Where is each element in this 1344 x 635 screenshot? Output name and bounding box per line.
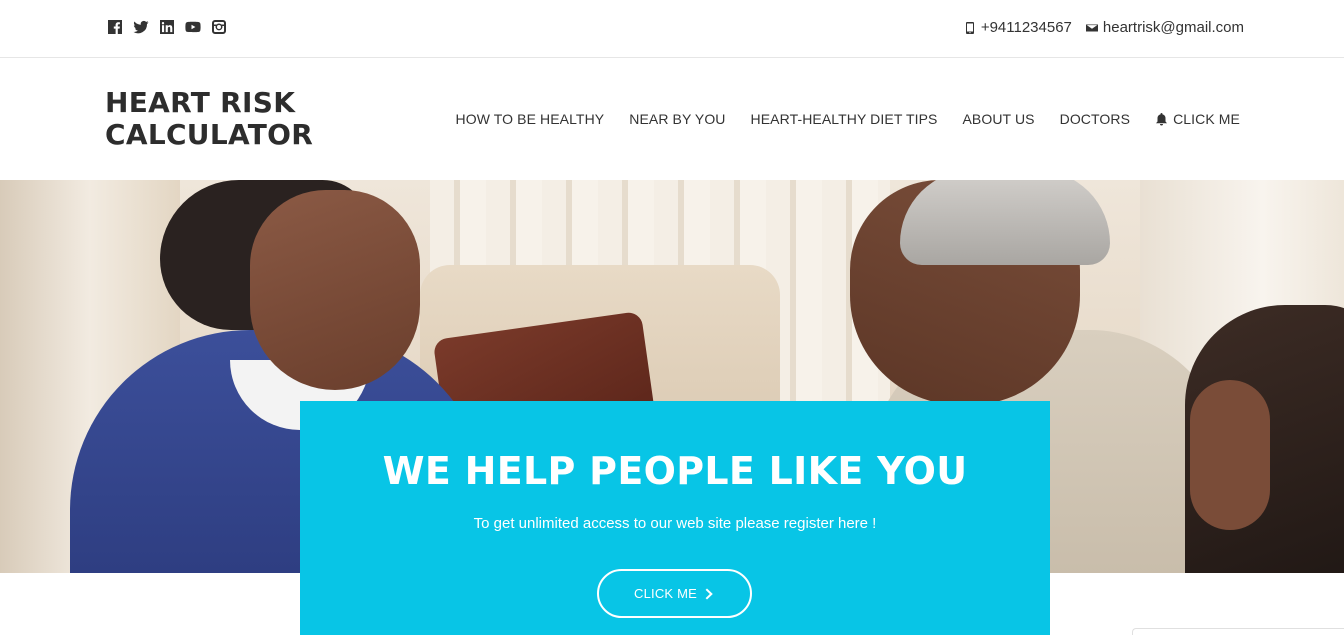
facebook-icon[interactable] <box>107 19 123 35</box>
site-header: HEART RISK CALCULATOR HOW TO BE HEALTHY … <box>0 59 1344 180</box>
nav-heart-healthy-diet-tips[interactable]: HEART-HEALTHY DIET TIPS <box>751 111 938 127</box>
linkedin-icon[interactable] <box>159 19 175 35</box>
nurse-face <box>250 190 420 390</box>
mobile-phone-icon <box>965 21 974 34</box>
youtube-icon[interactable] <box>185 19 201 35</box>
email-address: heartrisk@gmail.com <box>1102 19 1244 36</box>
woman-face <box>1190 380 1270 530</box>
contact-info: +9411234567 heartrisk@gmail.com <box>950 19 1244 36</box>
site-logo[interactable]: HEART RISK CALCULATOR <box>105 87 313 151</box>
hero-headline: WE HELP PEOPLE LIKE YOU <box>382 449 968 493</box>
twitter-icon[interactable] <box>133 19 149 35</box>
logo-line-1: HEART RISK <box>105 86 296 119</box>
top-bar: +9411234567 heartrisk@gmail.com <box>0 0 1344 58</box>
chevron-right-icon <box>705 588 713 599</box>
bell-icon <box>1156 112 1168 125</box>
nav-how-to-be-healthy[interactable]: HOW TO BE HEALTHY <box>456 111 605 127</box>
patient-hair <box>900 180 1110 265</box>
instagram-icon[interactable] <box>211 19 227 35</box>
nav-about-us[interactable]: ABOUT US <box>962 111 1034 127</box>
click-me-button-label: CLICK ME <box>633 586 697 601</box>
email-contact[interactable]: heartrisk@gmail.com <box>1085 19 1244 36</box>
hero-subtext: To get unlimited access to our web site … <box>473 515 877 532</box>
envelope-icon <box>1085 24 1098 31</box>
main-nav: HOW TO BE HEALTHY NEAR BY YOU HEART-HEAL… <box>456 111 1241 127</box>
phone-contact[interactable]: +9411234567 <box>964 19 1072 36</box>
phone-number: +9411234567 <box>980 19 1072 36</box>
chat-widget-edge <box>1132 628 1344 635</box>
nav-click-me-label: CLICK ME <box>1173 111 1240 127</box>
nav-near-by-you[interactable]: NEAR BY YOU <box>629 111 725 127</box>
click-me-button[interactable]: CLICK ME <box>597 569 752 618</box>
social-links <box>107 19 227 35</box>
nav-doctors[interactable]: DOCTORS <box>1060 111 1130 127</box>
cta-panel: WE HELP PEOPLE LIKE YOU To get unlimited… <box>300 401 1050 635</box>
nav-click-me[interactable]: CLICK ME <box>1155 111 1240 127</box>
logo-line-2: CALCULATOR <box>105 118 314 151</box>
